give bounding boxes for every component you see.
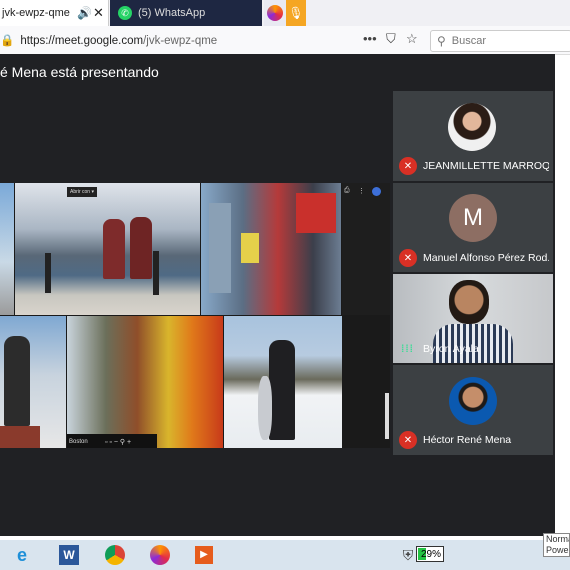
more-options-icon[interactable]: ⋮: [358, 187, 365, 195]
whatsapp-icon: ✆: [118, 6, 132, 20]
tab-meet[interactable]: jvk-ewpz-qme 🔊 ✕: [0, 0, 109, 26]
taskbar: [0, 540, 570, 570]
tab-microphone[interactable]: 🎙: [286, 0, 306, 26]
battery-indicator[interactable]: 29%: [416, 546, 444, 562]
speaker-icon[interactable]: 🔊: [77, 6, 92, 20]
photo-sled-snow: [224, 316, 342, 448]
viewer-toolbar: ⎙ ⋮: [342, 183, 390, 315]
word-icon[interactable]: W: [57, 543, 81, 567]
slide-caption: Boston: [69, 439, 88, 445]
tab-firefox[interactable]: [264, 0, 286, 26]
photo-boston-waterfront: Abrir con ▾: [15, 183, 200, 315]
pocket-icon[interactable]: ⛉: [386, 31, 396, 47]
participant-name: Manuel Alfonso Pérez Rod...: [423, 252, 549, 264]
zoom-controls[interactable]: ▫ ▫ − ⚲ +: [105, 438, 131, 446]
navigation-bar: 🔒 https://meet.google.com/jvk-ewpz-qme ••…: [0, 26, 570, 55]
participant-avatar: M: [449, 194, 497, 242]
print-icon[interactable]: ⎙: [344, 187, 350, 195]
speaking-indicator-icon: ⁞⁞⁞: [401, 344, 414, 355]
participant-tile[interactable]: ✕ Héctor René Mena: [393, 365, 553, 455]
microphone-off-icon: ✕: [399, 431, 417, 449]
participant-video-tile[interactable]: ⁞⁞⁞ Byron Ayala: [393, 274, 553, 363]
tab-whatsapp-title: (5) WhatsApp: [138, 7, 206, 19]
photo-autumn-trees: Boston ▫ ▫ − ⚲ +: [67, 316, 223, 448]
search-placeholder: Buscar: [451, 35, 487, 47]
participant-tile[interactable]: M ✕ Manuel Alfonso Pérez Rod...: [393, 183, 553, 272]
url-domain: https://meet.google.com: [20, 35, 144, 47]
tab-whatsapp[interactable]: ✆ (5) WhatsApp: [110, 0, 262, 26]
participant-name: Byron Ayala: [423, 343, 479, 355]
internet-explorer-icon[interactable]: e: [10, 543, 34, 567]
participant-tile[interactable]: ✕ JEANMILLETTE MARROQ...: [393, 91, 553, 181]
participant-name: Héctor René Mena: [423, 434, 512, 446]
microphone-off-icon: ✕: [399, 249, 417, 267]
media-player-icon[interactable]: ▶: [192, 543, 216, 567]
photo-snow-man: [0, 316, 66, 448]
close-tab-icon[interactable]: ✕: [93, 5, 104, 21]
search-box[interactable]: ⚲ Buscar: [430, 30, 570, 52]
photo-times-square: [201, 183, 341, 315]
firefox-icon: [267, 5, 283, 21]
photo-thumbnail: [0, 183, 14, 315]
microphone-icon: 🎙: [288, 6, 304, 20]
battery-percent: 29%: [420, 548, 441, 560]
address-bar[interactable]: 🔒 https://meet.google.com/jvk-ewpz-qme: [0, 33, 217, 47]
scrollbar[interactable]: [385, 393, 389, 439]
participant-name: JEANMILLETTE MARROQ...: [423, 160, 549, 172]
lock-icon[interactable]: 🔒: [0, 35, 14, 47]
presenting-banner: é Mena está presentando: [0, 64, 159, 80]
shared-screen[interactable]: Abrir con ▾ ⎙ ⋮ Boston ▫ ▫ − ⚲ +: [0, 183, 390, 448]
participant-avatar: [448, 103, 496, 151]
url-path: /jvk-ewpz-qme: [143, 35, 218, 47]
microphone-off-icon: ✕: [399, 157, 417, 175]
power-tooltip: Normal Power: [543, 533, 570, 557]
account-icon[interactable]: [372, 187, 381, 196]
search-icon: ⚲: [437, 34, 446, 48]
bookmark-star-icon[interactable]: ☆: [406, 31, 418, 47]
more-actions-icon[interactable]: •••: [363, 31, 377, 46]
tab-bar: jvk-ewpz-qme 🔊 ✕ ✆ (5) WhatsApp 🎙: [0, 0, 570, 26]
participant-video-face: [449, 280, 489, 324]
participant-avatar: [449, 377, 497, 425]
tab-meet-title: jvk-ewpz-qme: [2, 7, 70, 19]
firefox-taskbar-icon[interactable]: [148, 543, 172, 567]
chrome-icon[interactable]: [103, 543, 127, 567]
